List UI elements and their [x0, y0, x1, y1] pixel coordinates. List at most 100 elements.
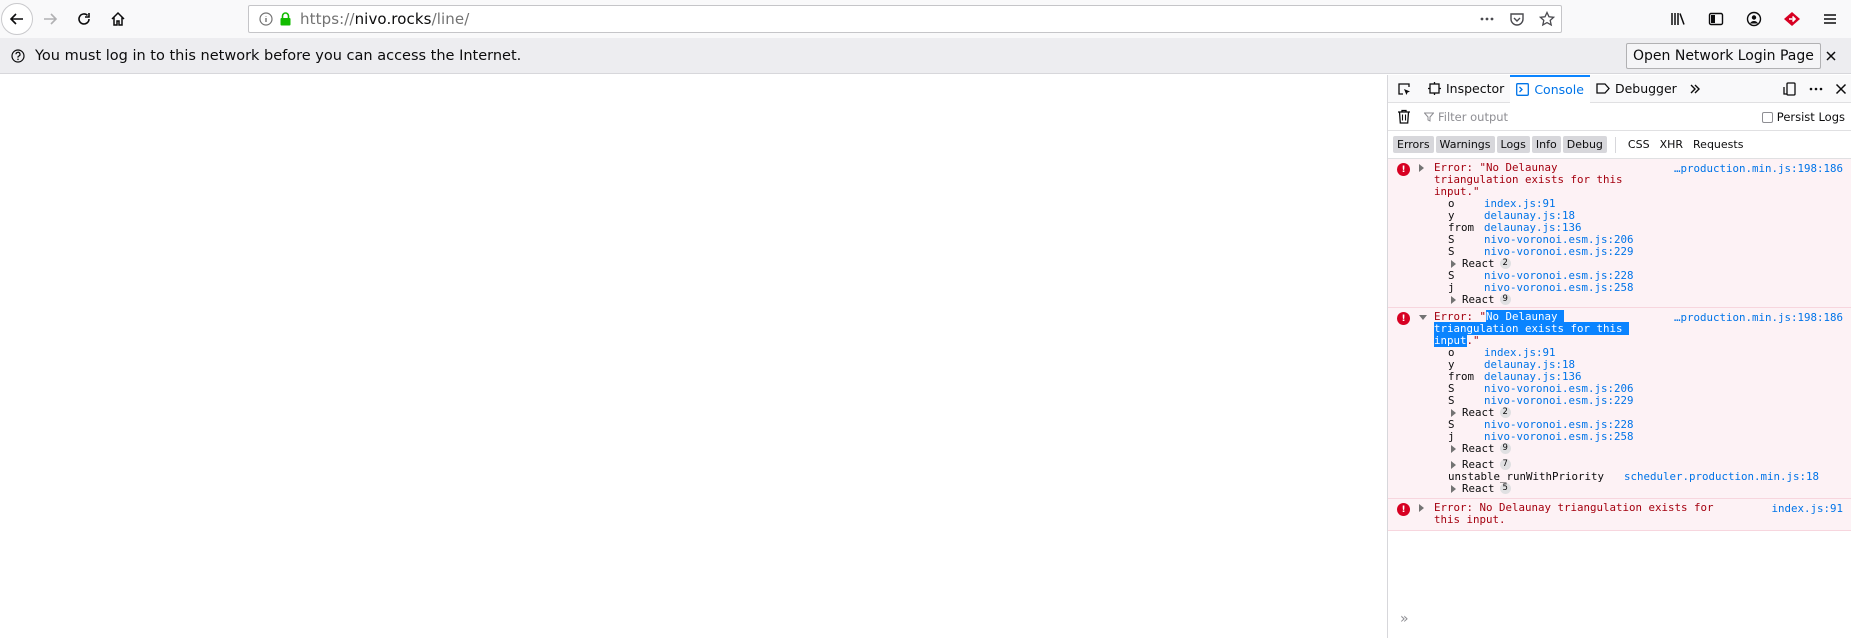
- group-count-badge: 9: [1499, 443, 1511, 454]
- expand-twisty-icon[interactable]: [1419, 164, 1424, 172]
- extension-button[interactable]: [1777, 2, 1807, 36]
- frame-location[interactable]: nivo-voronoi.esm.js:229: [1484, 246, 1634, 258]
- pocket-icon[interactable]: [1509, 11, 1525, 27]
- notification-text: You must log in to this network before y…: [35, 47, 522, 64]
- group-count-badge: 5: [1499, 483, 1511, 494]
- info-icon[interactable]: [259, 12, 273, 26]
- error-message-text[interactable]: Error: "No Delaunay triangulation exists…: [1434, 310, 1630, 347]
- url-actions: [1479, 6, 1555, 32]
- filter-logs[interactable]: Logs: [1496, 136, 1530, 153]
- frame-location[interactable]: nivo-voronoi.esm.js:258: [1484, 282, 1634, 294]
- element-picker-button[interactable]: [1388, 75, 1422, 103]
- console-filter-bar: Filter output Persist Logs: [1388, 103, 1851, 131]
- filter-requests[interactable]: Requests: [1689, 136, 1747, 153]
- group-label: React: [1462, 482, 1495, 495]
- home-icon: [110, 11, 126, 27]
- tab-console[interactable]: Console: [1510, 74, 1590, 103]
- error-icon: !: [1397, 163, 1410, 176]
- error-source-link[interactable]: …production.min.js:198:186: [1674, 311, 1843, 324]
- back-button[interactable]: [1, 3, 33, 35]
- persist-logs-checkbox[interactable]: [1761, 111, 1773, 123]
- stack-frame[interactable]: unstable_runWithPriority scheduler.produc…: [1448, 471, 1819, 483]
- persist-logs-toggle[interactable]: Persist Logs: [1761, 110, 1845, 124]
- notification-close-button[interactable]: [1820, 45, 1842, 67]
- collapse-twisty-icon[interactable]: [1419, 315, 1427, 320]
- stack-group-react[interactable]: React 5: [1448, 483, 1819, 495]
- console-prompt-icon: »: [1400, 611, 1409, 627]
- open-network-login-button[interactable]: Open Network Login Page: [1626, 43, 1821, 69]
- page-actions-icon[interactable]: [1479, 11, 1495, 27]
- forward-button[interactable]: [33, 2, 67, 36]
- forward-arrow-icon: [42, 11, 58, 27]
- group-twisty-icon: [1451, 409, 1456, 417]
- console-input[interactable]: »: [1388, 600, 1851, 638]
- more-tools-button[interactable]: [1683, 75, 1707, 103]
- group-count-badge: 2: [1499, 407, 1511, 418]
- error-message-text[interactable]: Error: No Delaunay triangulation exists …: [1434, 502, 1734, 526]
- group-label: React: [1462, 442, 1495, 455]
- sidebar-button[interactable]: [1701, 2, 1731, 36]
- element-picker-icon: [1396, 81, 1412, 97]
- stack-trace: o index.js:91 y delaunay.js:18 from delauna…: [1448, 347, 1819, 495]
- reload-button[interactable]: [67, 2, 101, 36]
- lock-icon[interactable]: [279, 12, 292, 26]
- chevron-double-right-icon: [1689, 83, 1701, 95]
- url-bar[interactable]: https://nivo.rocks/line/: [248, 5, 1562, 33]
- frame-location[interactable]: nivo-voronoi.esm.js:258: [1484, 431, 1634, 443]
- page-content: [0, 75, 1387, 638]
- console-message-error-expanded[interactable]: ! Error: "No Delaunay triangulation exis…: [1388, 308, 1851, 499]
- devtools-close-icon[interactable]: [1835, 83, 1847, 95]
- library-button[interactable]: [1663, 2, 1693, 36]
- group-twisty-icon: [1451, 296, 1456, 304]
- filter-css[interactable]: CSS: [1624, 136, 1654, 153]
- stack-group-react[interactable]: React 9: [1448, 294, 1634, 306]
- stack-group-react[interactable]: React 9: [1448, 443, 1819, 455]
- stack-frame[interactable]: j nivo-voronoi.esm.js:258: [1448, 431, 1819, 443]
- tab-debugger[interactable]: Debugger: [1590, 75, 1683, 103]
- filter-warnings[interactable]: Warnings: [1435, 136, 1495, 153]
- stack-frame[interactable]: Snivo-voronoi.esm.js:229: [1448, 395, 1819, 407]
- tab-inspector-label: Inspector: [1446, 81, 1505, 96]
- filter-xhr[interactable]: XHR: [1656, 136, 1687, 153]
- library-icon: [1670, 11, 1686, 27]
- reload-icon: [76, 11, 92, 27]
- console-icon: [1516, 83, 1530, 96]
- browser-toolbar: https://nivo.rocks/line/: [0, 0, 1851, 38]
- filter-output-input[interactable]: Filter output: [1424, 110, 1508, 124]
- filter-debug[interactable]: Debug: [1562, 136, 1607, 153]
- group-twisty-icon: [1451, 485, 1456, 493]
- group-twisty-icon: [1451, 260, 1456, 268]
- toolbar-right: [1663, 0, 1851, 38]
- url-host: nivo.rocks: [354, 10, 432, 28]
- error-source-link[interactable]: …production.min.js:198:186: [1674, 162, 1843, 175]
- stack-trace: o index.js:91 y delaunay.js:18 from delauna…: [1448, 198, 1634, 306]
- devtools-options-icon[interactable]: [1809, 82, 1823, 96]
- expand-twisty-icon[interactable]: [1419, 504, 1424, 512]
- frame-location[interactable]: scheduler.production.min.js:18: [1624, 471, 1819, 483]
- group-count-badge: 2: [1499, 258, 1511, 269]
- menu-icon: [1822, 11, 1838, 27]
- console-message-error[interactable]: ! Error: No Delaunay triangulation exist…: [1388, 499, 1851, 531]
- error-source-link[interactable]: index.js:91: [1771, 502, 1843, 515]
- error-message-text[interactable]: Error: "No Delaunay triangulation exists…: [1434, 162, 1624, 198]
- responsive-mode-icon[interactable]: [1783, 82, 1797, 96]
- bookmark-star-icon[interactable]: [1539, 11, 1555, 27]
- devtools-panel: Inspector Console Debugger Filter output…: [1387, 74, 1851, 638]
- sidebar-icon: [1708, 11, 1724, 27]
- url-text[interactable]: https://nivo.rocks/line/: [300, 10, 469, 28]
- home-button[interactable]: [101, 2, 135, 36]
- trash-icon[interactable]: [1397, 109, 1411, 124]
- filter-errors[interactable]: Errors: [1393, 136, 1434, 153]
- account-button[interactable]: [1739, 2, 1769, 36]
- group-count-badge: 7: [1499, 459, 1511, 470]
- frame-location[interactable]: nivo-voronoi.esm.js:229: [1484, 395, 1634, 407]
- help-icon: [11, 48, 25, 63]
- error-icon: !: [1397, 312, 1410, 325]
- console-message-error[interactable]: ! Error: "No Delaunay triangulation exis…: [1388, 159, 1851, 308]
- menu-button[interactable]: [1815, 2, 1845, 36]
- back-arrow-icon: [9, 11, 25, 27]
- filter-info[interactable]: Info: [1531, 136, 1561, 153]
- devtools-toolbar: Inspector Console Debugger: [1388, 74, 1851, 103]
- tab-inspector[interactable]: Inspector: [1422, 75, 1510, 103]
- filter-separator: [1614, 136, 1616, 153]
